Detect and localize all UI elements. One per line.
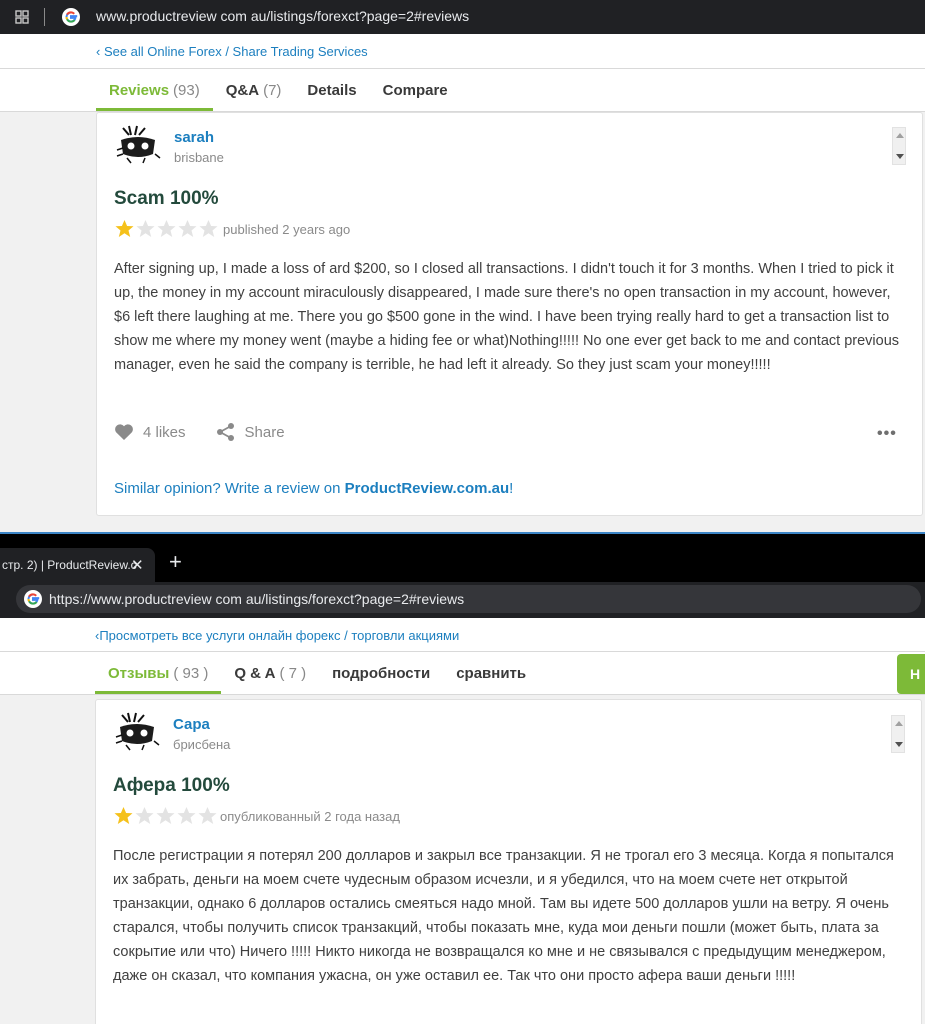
top-rule — [0, 68, 925, 69]
review-card: sarah brisbane Scam 100% published 2 yea… — [96, 112, 923, 516]
star-empty-icon — [157, 220, 176, 237]
plus-icon[interactable]: + — [169, 551, 182, 573]
browser-tab[interactable]: стр. 2) | ProductReview.c ✕ — [0, 548, 155, 582]
tab-strip: стр. 2) | ProductReview.c ✕ + — [0, 534, 925, 582]
published-date: published 2 years ago — [223, 222, 351, 237]
star-filled-icon — [114, 807, 133, 824]
share-label[interactable]: Share — [245, 424, 285, 441]
omnibox[interactable]: https://www.productreview com au/listing… — [16, 585, 921, 613]
tab-compare[interactable]: Compare — [370, 70, 461, 110]
top-rule-ru — [0, 651, 925, 652]
chevron-down-icon[interactable] — [895, 742, 903, 747]
star-empty-icon — [177, 807, 196, 824]
avatar — [116, 125, 161, 164]
address-row: https://www.productreview com au/listing… — [0, 582, 925, 618]
write-review-button[interactable]: Н — [897, 654, 925, 694]
breadcrumb-link-ru[interactable]: ‹Просмотреть все услуги онлайн форекс / … — [95, 628, 459, 643]
listing-tabs: Reviews (93) Q&A (7) Details Compare — [96, 70, 461, 111]
avatar — [115, 712, 160, 751]
share-icon[interactable] — [216, 422, 236, 442]
likes-count[interactable]: 4 likes — [143, 424, 186, 441]
mini-scrollbar[interactable] — [891, 715, 905, 753]
star-filled-icon — [115, 220, 134, 237]
tab-details[interactable]: Details — [294, 70, 369, 110]
tab-reviews[interactable]: Reviews (93) — [96, 70, 213, 111]
star-rating — [114, 219, 219, 239]
listing-tabs-ru: Отзывы( 93 ) Q & A( 7 ) подробности срав… — [95, 653, 539, 694]
published-date: опубликованный 2 года назад — [220, 809, 400, 824]
reviewer-location: brisbane — [174, 150, 224, 165]
similar-opinion: Similar opinion? Write a review on Produ… — [114, 480, 514, 497]
toolbar-divider — [44, 8, 45, 26]
tab-details-ru[interactable]: подробности — [319, 653, 443, 693]
star-empty-icon — [199, 220, 218, 237]
more-dots-icon[interactable]: ••• — [877, 425, 897, 443]
google-g-icon — [62, 8, 80, 26]
breadcrumb-link[interactable]: ‹ See all Online Forex / Share Trading S… — [96, 44, 368, 59]
write-review-link[interactable]: ProductReview.com.au — [345, 480, 510, 497]
chevron-up-icon[interactable] — [896, 133, 904, 138]
close-icon[interactable]: ✕ — [131, 556, 144, 574]
google-g-icon — [24, 590, 42, 608]
chevron-down-icon[interactable] — [896, 154, 904, 159]
address-bar-url[interactable]: www.productreview com au/listings/forexc… — [96, 8, 469, 24]
review-title: Scam 100% — [114, 188, 219, 209]
top-browser-bar: www.productreview com au/listings/forexc… — [0, 0, 925, 34]
omnibox-url[interactable]: https://www.productreview com au/listing… — [49, 591, 464, 607]
review-body: After signing up, I made a loss of ard $… — [114, 261, 900, 373]
review-title: Афера 100% — [113, 775, 230, 796]
star-empty-icon — [156, 807, 175, 824]
star-empty-icon — [198, 807, 217, 824]
tab-reviews-ru[interactable]: Отзывы( 93 ) — [95, 653, 222, 694]
tab-qa[interactable]: Q&A (7) — [213, 70, 295, 110]
apps-grid-icon[interactable] — [14, 9, 30, 25]
tab-compare-ru[interactable]: сравнить — [443, 653, 539, 693]
reviewer-name[interactable]: sarah — [174, 129, 214, 146]
mini-scrollbar[interactable] — [892, 127, 906, 165]
reviewer-name[interactable]: Сара — [173, 716, 210, 733]
chevron-up-icon[interactable] — [895, 721, 903, 726]
star-empty-icon — [178, 220, 197, 237]
heart-icon[interactable] — [114, 423, 134, 441]
tab-qa-ru[interactable]: Q & A( 7 ) — [221, 653, 319, 693]
tab-title: стр. 2) | ProductReview.c — [2, 558, 137, 572]
review-card-ru: Сара брисбена Афера 100% опубликованный … — [95, 699, 922, 1024]
star-empty-icon — [136, 220, 155, 237]
star-rating — [113, 806, 218, 826]
review-body: После регистрации я потерял 200 долларов… — [113, 848, 894, 984]
review-actions: 4 likes Share — [114, 422, 285, 442]
reviewer-location: брисбена — [173, 737, 231, 752]
star-empty-icon — [135, 807, 154, 824]
